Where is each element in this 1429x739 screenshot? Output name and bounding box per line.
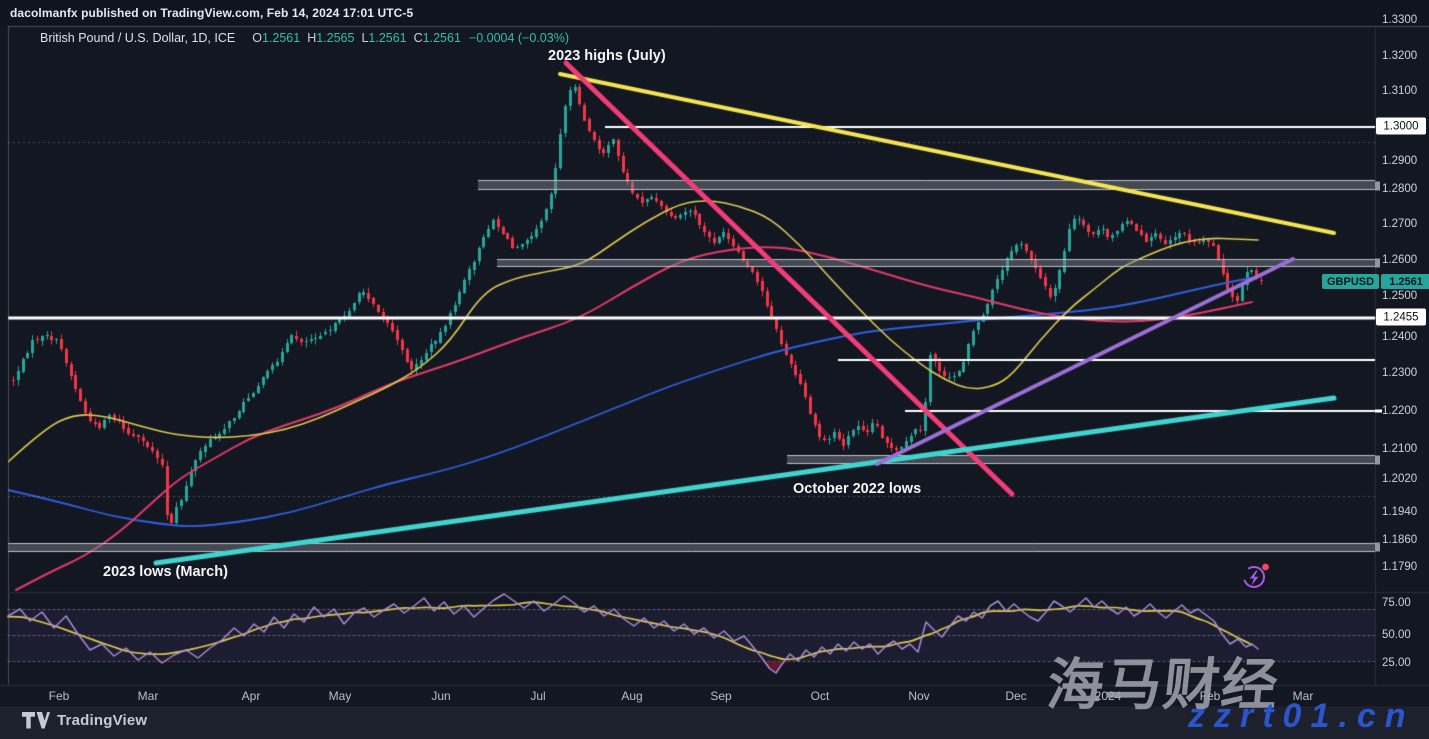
low-value: 1.2561	[368, 31, 406, 45]
time-axis-label: Oct	[811, 689, 830, 703]
time-axis-label: Jul	[530, 689, 545, 703]
symbol-title: British Pound / U.S. Dollar, 1D, ICE	[40, 31, 235, 45]
time-axis-label: May	[329, 689, 352, 703]
tradingview-chart-screenshot: dacolmanfx published on TradingView.com,…	[0, 0, 1429, 739]
time-axis-label: Jun	[431, 689, 450, 703]
price-axis-label: 1.2700	[1382, 218, 1417, 230]
price-axis-label: 1.3100	[1382, 85, 1417, 97]
price-axis-label: 1.2900	[1382, 155, 1417, 167]
axis-white-tick	[1375, 410, 1382, 413]
price-axis-label: 1.2600	[1382, 254, 1417, 266]
tradingview-brand-text: TradingView	[57, 712, 147, 729]
time-axis-label: Mar	[138, 689, 159, 703]
watermark-site-url: zzrt01.cn	[1188, 697, 1415, 736]
change-value: −0.0004 (−0.03%)	[469, 31, 569, 45]
price-axis-label: 1.2020	[1382, 473, 1417, 485]
price-axis-label: 1.1940	[1382, 506, 1417, 518]
close-label: C	[414, 31, 423, 45]
high-label: H	[307, 31, 316, 45]
time-axis-label: Apr	[242, 689, 261, 703]
price-axis-label: 1.2200	[1382, 405, 1417, 417]
price-axis-label: 1.2300	[1382, 367, 1417, 379]
last-price-badge: 1.2561	[1381, 274, 1429, 289]
price-axis-label: 1.3300	[1382, 14, 1417, 26]
time-axis-label: Nov	[908, 689, 929, 703]
flash-idea-icon[interactable]	[1241, 562, 1271, 595]
last-price-tag: GBPUSD 1.2561	[1322, 274, 1429, 289]
price-axis-label: 1.2500	[1382, 290, 1417, 302]
price-axis-label: 1.2400	[1382, 331, 1417, 343]
price-line-tag-1-2455: 1.2455	[1376, 309, 1426, 326]
annotation-2023-highs[interactable]: 2023 highs (July)	[548, 48, 666, 64]
tradingview-attribution[interactable]: TradingView	[22, 712, 147, 729]
drawing-handle[interactable]	[1375, 182, 1380, 191]
close-value: 1.2561	[423, 31, 461, 45]
drawing-handle[interactable]	[1375, 456, 1380, 465]
price-chart-canvas[interactable]	[0, 0, 1429, 739]
time-axis-label: Aug	[621, 689, 642, 703]
price-axis-label: 1.2800	[1382, 183, 1417, 195]
time-axis-label: Dec	[1005, 689, 1026, 703]
price-axis-label: 1.1790	[1382, 561, 1417, 573]
time-axis-label: Feb	[49, 689, 70, 703]
open-label: O	[252, 31, 262, 45]
time-axis-label: Sep	[710, 689, 731, 703]
price-axis-label: 1.3200	[1382, 50, 1417, 62]
drawing-handle[interactable]	[1375, 543, 1380, 552]
rsi-axis-label: 50.00	[1382, 629, 1411, 641]
price-axis-label: 1.2100	[1382, 443, 1417, 455]
price-line-tag-1-3000: 1.3000	[1376, 118, 1426, 135]
rsi-axis-label: 75.00	[1382, 597, 1411, 609]
open-value: 1.2561	[262, 31, 300, 45]
annotation-october-2022-lows[interactable]: October 2022 lows	[793, 481, 921, 497]
rsi-axis-label: 25.00	[1382, 657, 1411, 669]
tradingview-logo-icon	[22, 712, 50, 729]
symbol-name-badge: GBPUSD	[1322, 274, 1379, 289]
high-value: 1.2565	[316, 31, 354, 45]
price-axis-label: 1.1860	[1382, 534, 1417, 546]
symbol-legend[interactable]: British Pound / U.S. Dollar, 1D, ICEO1.2…	[40, 31, 569, 45]
drawing-handle[interactable]	[1375, 259, 1380, 268]
annotation-2023-lows[interactable]: 2023 lows (March)	[103, 564, 228, 580]
